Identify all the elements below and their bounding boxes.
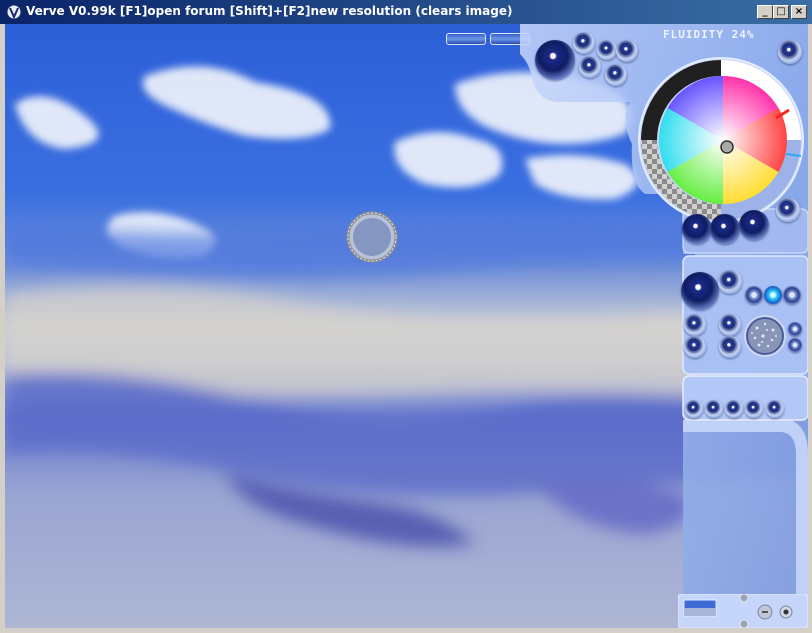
tool-button-1[interactable] — [573, 32, 595, 54]
maximize-button[interactable]: □ — [773, 5, 789, 19]
texture-preview-icon[interactable] — [743, 314, 787, 358]
brush-cursor-icon — [346, 211, 398, 263]
mid-tool-button-4[interactable] — [684, 336, 706, 358]
paint-canvas[interactable]: FLUIDITY 24% — [5, 24, 808, 628]
mid-small-button-2[interactable] — [783, 286, 801, 304]
brush-preset-button-3[interactable] — [739, 210, 769, 240]
mid-tool-button-2[interactable] — [684, 314, 706, 336]
bottom-button-4[interactable] — [745, 400, 763, 418]
mid-tool-button-1[interactable] — [718, 270, 742, 294]
smudge-tool-button[interactable] — [681, 272, 719, 310]
brush-tool-button[interactable] — [535, 40, 575, 80]
tool-button-5[interactable] — [605, 64, 627, 86]
tool-button-3[interactable] — [616, 40, 638, 62]
mid-tool-button-5[interactable] — [719, 336, 741, 358]
minimize-button[interactable]: _ — [757, 5, 773, 19]
brush-size-slider-button[interactable] — [446, 33, 486, 45]
app-icon — [6, 4, 22, 20]
brush-preset-button-2[interactable] — [710, 214, 740, 244]
title-bar[interactable]: Verve V0.99k [F1]open forum [Shift]+[F2]… — [0, 0, 812, 24]
mid-small-button-3[interactable] — [788, 322, 802, 336]
fluidity-readout: FLUIDITY 24% — [663, 28, 755, 41]
window-title: Verve V0.99k [F1]open forum [Shift]+[F2]… — [26, 4, 513, 18]
brush-preset-button-4[interactable] — [776, 198, 800, 222]
bottom-button-3[interactable] — [725, 400, 743, 418]
mid-small-button-4[interactable] — [788, 338, 802, 352]
app-window: Verve V0.99k [F1]open forum [Shift]+[F2]… — [0, 0, 812, 633]
brush-preset-button-1[interactable] — [682, 214, 712, 244]
mid-tool-button-3[interactable] — [719, 314, 741, 336]
mid-small-button-1[interactable] — [745, 286, 763, 304]
tool-button-4[interactable] — [579, 56, 601, 78]
bottom-button-1[interactable] — [685, 400, 703, 418]
close-button[interactable]: × — [791, 5, 807, 19]
mid-small-button-active[interactable] — [764, 286, 782, 304]
bottom-button-2[interactable] — [705, 400, 723, 418]
tool-button-6[interactable] — [778, 40, 802, 64]
bottom-button-5[interactable] — [766, 400, 784, 418]
preset-swatch-icon[interactable] — [678, 594, 808, 628]
tool-button-2[interactable] — [597, 40, 617, 60]
